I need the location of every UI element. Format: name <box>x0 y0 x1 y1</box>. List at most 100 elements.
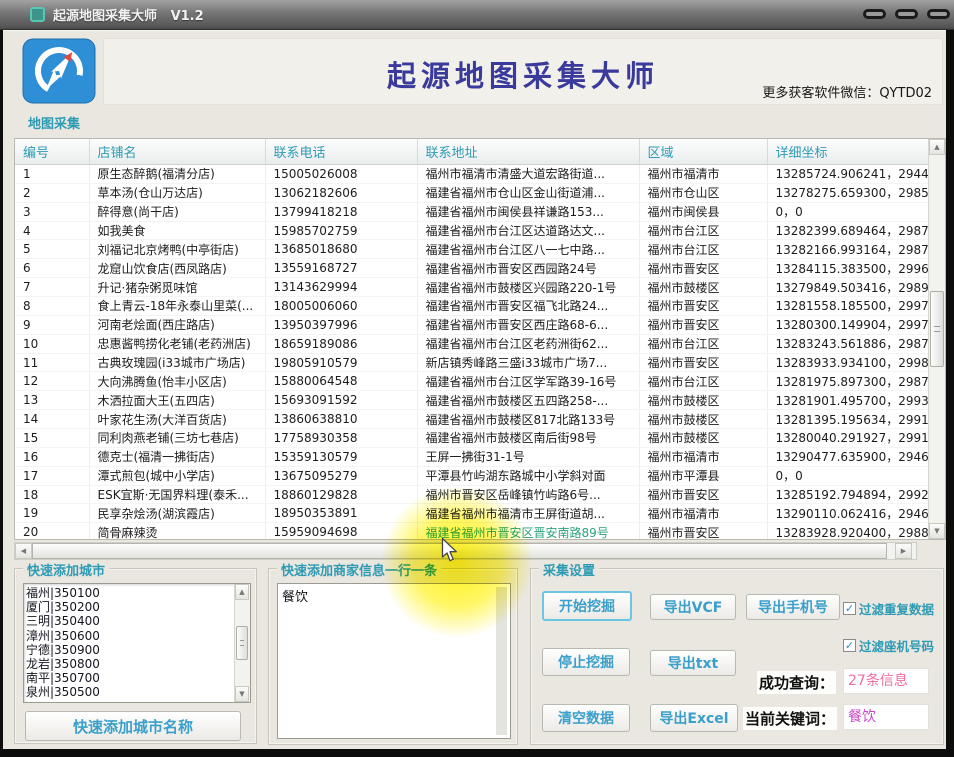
vertical-scrollbar-thumb[interactable] <box>930 291 944 367</box>
table-row[interactable]: 17潭式煎包(城中小学店)13675095279平潭县竹屿湖东路城中小学斜对面福… <box>15 466 928 485</box>
app-window: 起源地图采集大师 V1.2 起源地图采集大师 更多获客软件微信：QYTD02 地… <box>0 0 954 757</box>
city-list-item[interactable]: 漳州|350600 <box>26 629 232 643</box>
scroll-left-icon[interactable]: ◀ <box>15 543 32 559</box>
table-row[interactable]: 3醉得意(尚干店)13799418218福建省福州市闽侯县祥谦路153...福州… <box>15 202 928 221</box>
group-title: 采集设置 <box>539 560 599 579</box>
table-cell: 13 <box>15 391 89 410</box>
table-cell: 7 <box>15 278 89 297</box>
checkbox-checked-icon: ✓ <box>843 639 856 652</box>
column-header[interactable]: 店铺名 <box>89 139 265 165</box>
city-list-item[interactable]: 龙岩|350800 <box>26 657 232 671</box>
table-cell: 福州市仓山区 <box>639 183 767 202</box>
table-row[interactable]: 11古典玫瑰园(i33城市广场店)19805910579新店镇秀峰路三盛i33城… <box>15 353 928 372</box>
table-row[interactable]: 15同利肉燕老铺(三坊七巷店)17758930358福建省福州市鼓楼区南后街98… <box>15 429 928 448</box>
group-title: 快速添加城市 <box>23 560 109 579</box>
column-header[interactable]: 编号 <box>15 139 89 165</box>
table-row[interactable]: 12大向沸腾鱼(怡丰小区店)15880064548福建省福州市台江区学军路39-… <box>15 372 928 391</box>
filter-duplicate-checkbox[interactable]: ✓ 过滤重复数据 <box>843 599 934 618</box>
app-icon <box>30 7 45 22</box>
table-cell: 潭式煎包(城中小学店) <box>89 466 265 485</box>
stop-mining-button[interactable]: 停止挖掘 <box>542 648 630 676</box>
filter-landline-checkbox[interactable]: ✓ 过滤座机号码 <box>843 636 934 655</box>
table-row[interactable]: 18ESK宜斯·无国界料理(泰禾...18860129828福州市晋安区岳峰镇竹… <box>15 485 928 504</box>
column-header[interactable]: 区域 <box>639 139 767 165</box>
export-excel-button[interactable]: 导出Excel <box>650 704 738 732</box>
scroll-down-icon[interactable]: ▼ <box>929 523 945 539</box>
export-phone-button[interactable]: 导出手机号 <box>746 594 840 620</box>
table-cell: 13282166.993164，2987794. <box>767 240 928 259</box>
table-cell: 13281395.195634，2991340. <box>767 410 928 429</box>
scroll-down-icon[interactable]: ▼ <box>235 686 249 702</box>
table-row[interactable]: 13木洒拉面大王(五四店)15693091592福建省福州市鼓楼区五四路258-… <box>15 391 928 410</box>
city-list-item[interactable]: 南平|350700 <box>26 671 232 685</box>
group-title: 快速添加商家信息一行一条 <box>277 560 441 579</box>
city-list-item[interactable]: 三明|350400 <box>26 614 232 628</box>
start-mining-button[interactable]: 开始挖掘 <box>542 591 632 621</box>
table-vertical-scrollbar[interactable]: ▲ ▼ <box>928 139 945 539</box>
clear-data-button[interactable]: 清空数据 <box>542 704 630 732</box>
table-cell: 刘福记北京烤鸭(中亭街店) <box>89 240 265 259</box>
table-cell: 龙窟山饮食店(西凤路店) <box>89 259 265 278</box>
data-grid: 编号店铺名联系电话联系地址区域详细坐标 1原生态醉鹅(福清分店)15005026… <box>15 139 929 540</box>
table-row[interactable]: 7升记·猪杂粥觅味馆13143629994福建省福州市鼓楼区兴园路220-1号福… <box>15 278 928 297</box>
table-cell: 3 <box>15 202 89 221</box>
column-header[interactable]: 联系地址 <box>417 139 639 165</box>
export-txt-button[interactable]: 导出txt <box>650 650 736 676</box>
table-cell: 13860638810 <box>265 410 417 429</box>
table-row[interactable]: 2草本汤(仓山万达店)13062182606福建省福州市仓山区金山街道浦...福… <box>15 183 928 202</box>
keyword-textarea[interactable]: 餐饮 <box>277 583 511 739</box>
table-row[interactable]: 14叶家花生汤(大洋百货店)13860638810福建省福州市鼓楼区817北路1… <box>15 410 928 429</box>
table-row[interactable]: 6龙窟山饮食店(西凤路店)13559168727福建省福州市晋安区西园路24号福… <box>15 259 928 278</box>
scroll-up-icon[interactable]: ▲ <box>929 139 945 155</box>
table-cell: 福州市鼓楼区 <box>639 429 767 448</box>
city-list-item[interactable]: 厦门|350200 <box>26 600 232 614</box>
table-row[interactable]: 8食上青云-18年永泰山里菜(...18005006060福建省福州市晋安区福飞… <box>15 297 928 316</box>
tab-map-collect[interactable]: 地图采集 <box>28 113 80 132</box>
city-list-scrollbar[interactable]: ▲ ▼ <box>234 584 250 702</box>
compass-logo-icon <box>22 38 96 104</box>
table-row[interactable]: 10忠惠酱鸭捞化老铺(老药洲店)18659189086福建省福州市台江区老药洲街… <box>15 334 928 353</box>
table-row[interactable]: 19民享杂烩汤(湖滨霞店)18950353891福建省福州市福清市王屏街道胡..… <box>15 504 928 523</box>
export-vcf-button[interactable]: 导出VCF <box>650 594 736 620</box>
table-cell: 15985702759 <box>265 221 417 240</box>
success-query-label: 成功查询： <box>757 671 836 694</box>
maximize-button[interactable] <box>895 9 918 19</box>
textarea-scrollbar[interactable] <box>496 587 507 735</box>
table-cell: 15 <box>15 429 89 448</box>
table-row[interactable]: 9河南老烩面(西庄路店)13950397996福建省福州市晋安区西庄路68-6.… <box>15 315 928 334</box>
city-list-item[interactable]: 宁德|350900 <box>26 643 232 657</box>
city-listbox[interactable]: 福州|350100厦门|350200三明|350400漳州|350600宁德|3… <box>23 583 251 703</box>
table-row[interactable]: 1原生态醉鹅(福清分店)15005026008福州市福清市清盛大道宏路街道...… <box>15 165 928 184</box>
table-cell: 17758930358 <box>265 429 417 448</box>
table-row[interactable]: 4如我美食15985702759福建省福州市台江区达道路达文...福州市台江区1… <box>15 221 928 240</box>
city-list-item[interactable]: 泉州|350500 <box>26 685 232 699</box>
column-header[interactable]: 联系电话 <box>265 139 417 165</box>
column-header[interactable]: 详细坐标 <box>767 139 928 165</box>
table-cell: 福建省福州市台江区达道路达文... <box>417 221 639 240</box>
table-horizontal-scrollbar[interactable]: ◀ ▶ <box>14 542 917 560</box>
table-cell: 福建省福州市鼓楼区兴园路220-1号 <box>417 278 639 297</box>
scroll-up-icon[interactable]: ▲ <box>235 584 249 600</box>
table-cell: 福州市鼓楼区 <box>639 410 767 429</box>
horizontal-scrollbar-thumb[interactable] <box>32 543 887 559</box>
table-cell: 福建省福州市台江区学军路39-16号 <box>417 372 639 391</box>
city-scrollbar-thumb[interactable] <box>236 626 248 660</box>
table-cell: 13290110.062416，2946180. <box>767 504 928 523</box>
minimize-button[interactable] <box>863 9 886 19</box>
table-cell: 15693091592 <box>265 391 417 410</box>
window-body: 起源地图采集大师 更多获客软件微信：QYTD02 地图采集 编号店铺名联系电话联… <box>3 30 946 749</box>
close-button[interactable] <box>927 9 950 19</box>
city-list-item[interactable]: 福州|350100 <box>26 586 232 600</box>
table-cell: 19 <box>15 504 89 523</box>
table-row[interactable]: 20简骨麻辣烫15959094698福建省福州市晋安区晋安南路89号福州市晋安区… <box>15 523 928 540</box>
table-cell: 福建省福州市福清市王屏街道胡... <box>417 504 639 523</box>
table-cell: 15959094698 <box>265 523 417 540</box>
table-cell: 福州市鼓楼区 <box>639 278 767 297</box>
add-city-name-button[interactable]: 快速添加城市名称 <box>25 711 241 741</box>
scroll-right-icon[interactable]: ▶ <box>895 543 912 559</box>
table-cell: 0，0 <box>767 466 928 485</box>
table-row[interactable]: 16德克士(福清一拂街店)15359130579王屏一拂街31-1号福州市福清市… <box>15 447 928 466</box>
table-cell: 福建省福州市鼓楼区五四路258-... <box>417 391 639 410</box>
table-row[interactable]: 5刘福记北京烤鸭(中亭街店)13685018680福建省福州市台江区八一七中路.… <box>15 240 928 259</box>
table-cell: 15005026008 <box>265 165 417 184</box>
